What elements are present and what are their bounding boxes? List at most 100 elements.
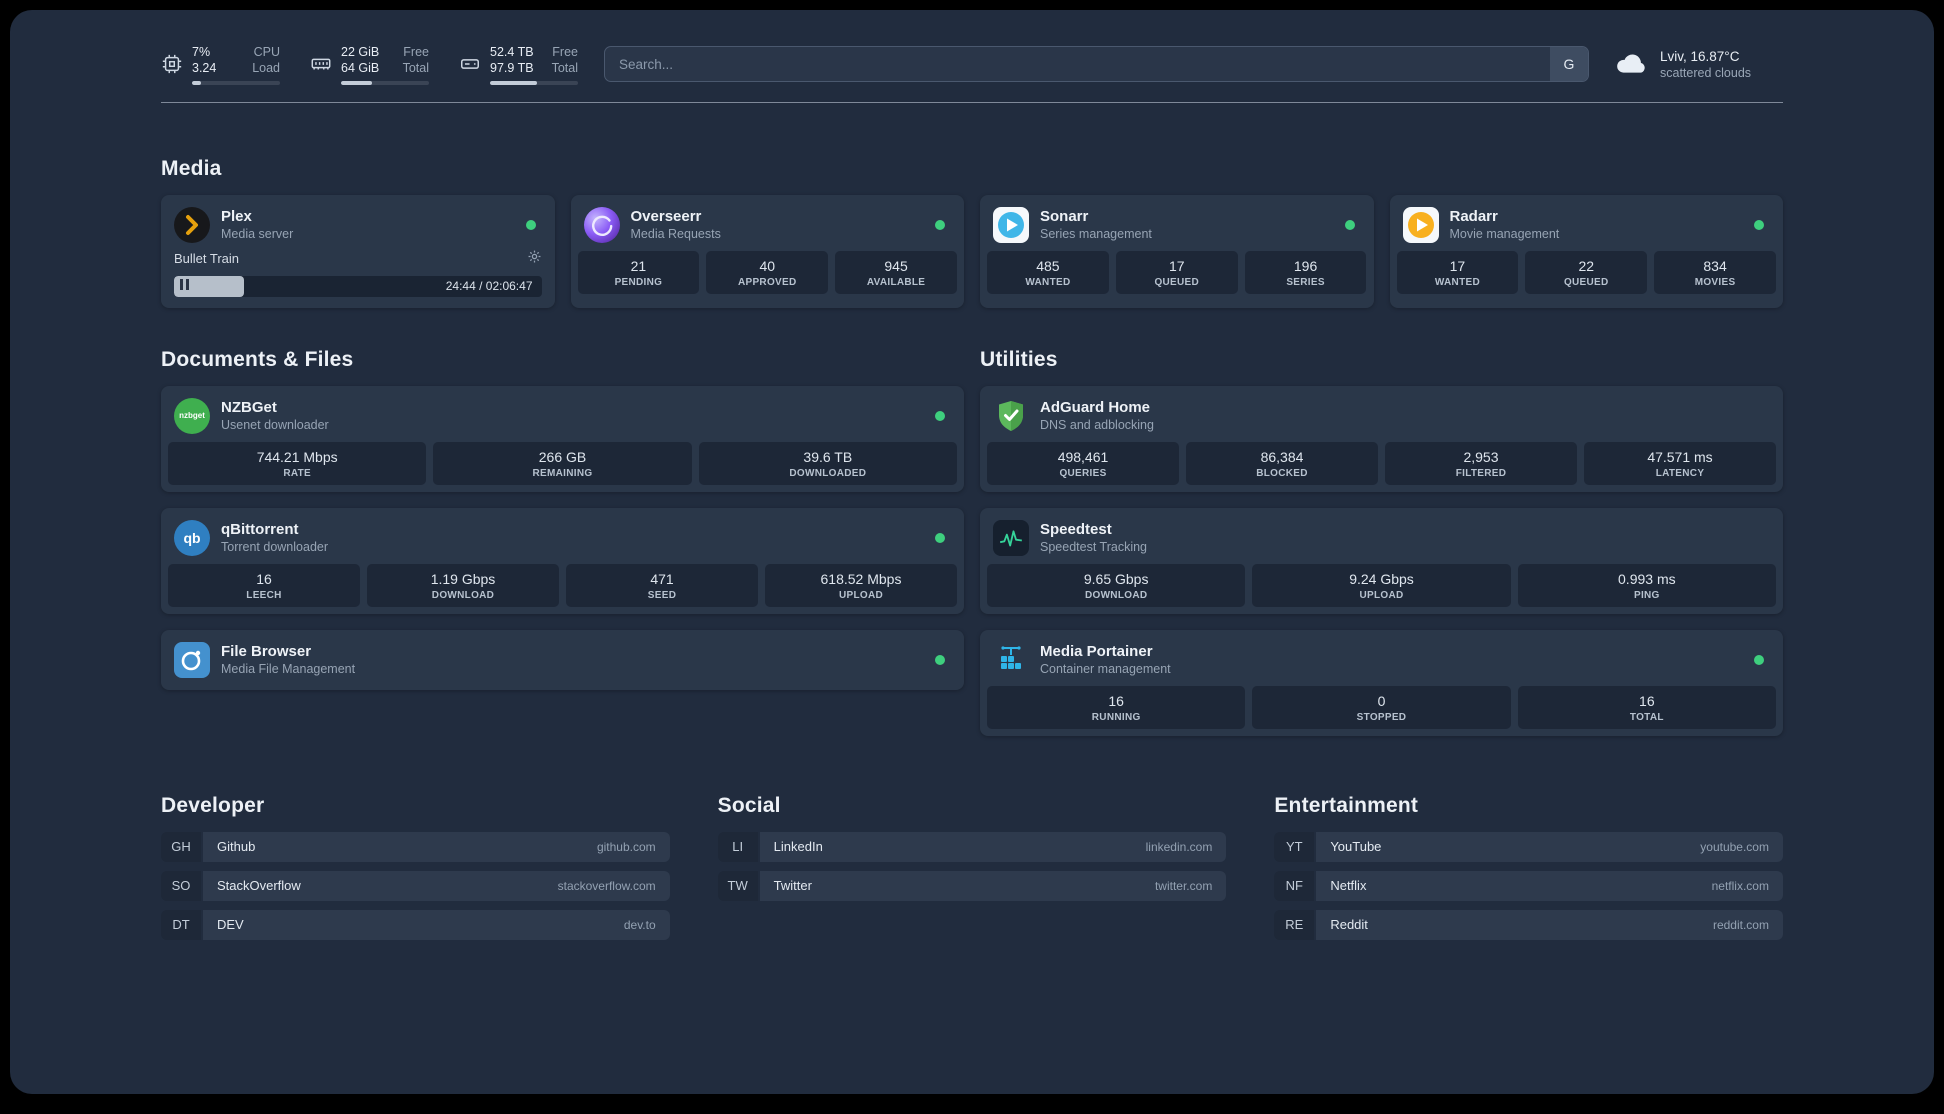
service-name: Speedtest [1040,521,1112,539]
stat-label: PENDING [614,276,663,288]
plex-card[interactable]: Plex Media server Bullet Train 24:44 / 0… [161,194,555,308]
bookmark-github[interactable]: GH Github github.com [161,831,670,862]
stat-value: 9.24 Gbps [1349,570,1414,587]
stat-value: 618.52 Mbps [820,570,902,587]
filebrowser-icon [174,641,210,678]
resource-widgets: 7% CPU 3.24 Load 22 GiB Free 64 GiB Total [161,44,578,85]
qbittorrent-card[interactable]: qb qBittorrent Torrent downloader 16 LEEC… [161,507,964,614]
service-description: Media server [221,226,294,241]
stat-block: 196 SERIES [1244,250,1367,294]
cpu-usage-value: 7% [192,45,211,59]
stat-block: 0.993 ms PING [1517,563,1776,607]
bookmark-url: reddit.com [1712,917,1769,932]
pause-icon[interactable] [180,277,189,295]
status-dot [1754,219,1764,230]
cpu-progress-fill [192,80,201,85]
bookmarks-developer: Developer GH Github github.com SO StackOv… [161,794,670,949]
service-description: Media Requests [630,226,721,241]
stat-label: MOVIES [1694,276,1736,288]
bookmark-name: Reddit [1330,917,1368,932]
stat-value: 485 [1036,257,1060,274]
playback-progress-bar[interactable]: 24:44 / 02:06:47 [174,275,542,297]
status-dot [935,410,945,421]
stat-label: WANTED [1434,276,1480,288]
bookmark-url: dev.to [623,917,656,932]
gear-icon[interactable] [527,249,542,269]
sonarr-card[interactable]: Sonarr Series management 485 WANTED 17 QUE… [980,194,1374,308]
nzbget-icon: nzbget [174,397,210,434]
search-input[interactable] [604,46,1589,83]
bookmark-abbr: LI [717,831,758,862]
overseerr-icon [583,206,620,243]
stat-label: WANTED [1025,276,1071,288]
stat-label: QUERIES [1059,467,1107,479]
section-title-utilities: Utilities [980,347,1058,371]
overseerr-card[interactable]: Overseerr Media Requests 21 PENDING 40 APP… [570,194,964,308]
radarr-icon [1402,206,1439,243]
stat-block: 16 RUNNING [987,685,1246,729]
bookmark-linkedin[interactable]: LI LinkedIn linkedin.com [717,831,1227,862]
service-name: Overseerr [630,208,702,226]
bookmark-name: YouTube [1330,839,1382,854]
section-title-documents: Documents & Files [161,347,354,371]
stat-block: 618.52 Mbps UPLOAD [765,563,957,607]
playback-elapsed [174,275,244,297]
speedtest-card[interactable]: Speedtest Speedtest Tracking 9.65 Gbps DO… [980,507,1783,614]
service-name: qBittorrent [221,521,299,539]
stat-value: 266 GB [538,448,587,465]
stat-block: 1.19 Gbps DOWNLOAD [367,563,559,607]
cpu-load-label: Load [252,61,280,76]
stat-block: 22 QUEUED [1525,250,1648,294]
stat-label: AVAILABLE [866,276,926,288]
stat-label: QUEUED [1563,276,1609,288]
stat-label: FILTERED [1455,467,1507,479]
bookmark-abbr: TW [717,870,758,901]
service-description: DNS and adblocking [1040,417,1154,432]
stat-block: 9.24 Gbps UPLOAD [1252,563,1511,607]
stat-block: 17 QUEUED [1115,250,1238,294]
stat-block: 266 GB REMAINING [433,441,692,485]
bookmarks-entertainment: Entertainment YT YouTube youtube.com NF N… [1274,794,1783,949]
stat-value: 40 [759,257,776,274]
service-description: Torrent downloader [221,539,329,554]
portainer-card[interactable]: Media Portainer Container management 16 R… [980,629,1783,736]
bookmark-netflix[interactable]: NF Netflix netflix.com [1274,870,1783,901]
bookmark-abbr: GH [161,831,201,862]
stat-label: UPLOAD [838,589,884,601]
memory-free-value: 22 GiB [341,45,380,59]
filebrowser-card[interactable]: File Browser Media File Management [161,629,964,690]
service-description: Speedtest Tracking [1040,539,1148,554]
stat-block: 0 STOPPED [1252,685,1511,729]
status-dot [1754,654,1764,665]
disk-widget: 52.4 TB Free 97.9 TB Total [459,44,578,85]
bookmark-stackoverflow[interactable]: SO StackOverflow stackoverflow.com [161,870,670,901]
bookmark-dev[interactable]: DT DEV dev.to [161,909,670,940]
memory-icon [310,53,332,75]
adguard-card[interactable]: AdGuard Home DNS and adblocking 498,461 Q… [980,385,1783,492]
speedtest-icon [993,519,1029,556]
stat-label: LEECH [246,589,282,601]
stat-block: 21 PENDING [577,250,700,294]
stat-label: RATE [283,467,311,479]
stat-label: BLOCKED [1256,467,1308,479]
stat-label: DOWNLOADED [789,467,867,479]
disk-progress-fill [490,80,537,85]
status-dot [935,654,945,665]
service-description: Series management [1040,226,1152,241]
search-provider-button[interactable]: G [1550,47,1588,82]
stat-label: QUEUED [1154,276,1200,288]
bookmark-youtube[interactable]: YT YouTube youtube.com [1274,831,1783,862]
memory-total-label: Total [402,61,429,76]
plex-icon [174,206,210,243]
stat-value: 945 [884,257,908,274]
disk-progress-bar [490,80,578,85]
stat-value: 471 [650,570,674,587]
cpu-load-value: 3.24 [192,61,217,76]
weather-widget: Lviv, 16.87°C scattered clouds [1615,48,1783,80]
stat-block: 47.571 ms LATENCY [1584,441,1776,485]
stat-block: 86,384 BLOCKED [1186,441,1378,485]
radarr-card[interactable]: Radarr Movie management 17 WANTED 22 QUEUE… [1389,194,1783,308]
bookmark-reddit[interactable]: RE Reddit reddit.com [1274,909,1783,940]
bookmark-twitter[interactable]: TW Twitter twitter.com [717,870,1227,901]
nzbget-card[interactable]: nzbget NZBGet Usenet downloader 744.21 M… [161,385,964,492]
